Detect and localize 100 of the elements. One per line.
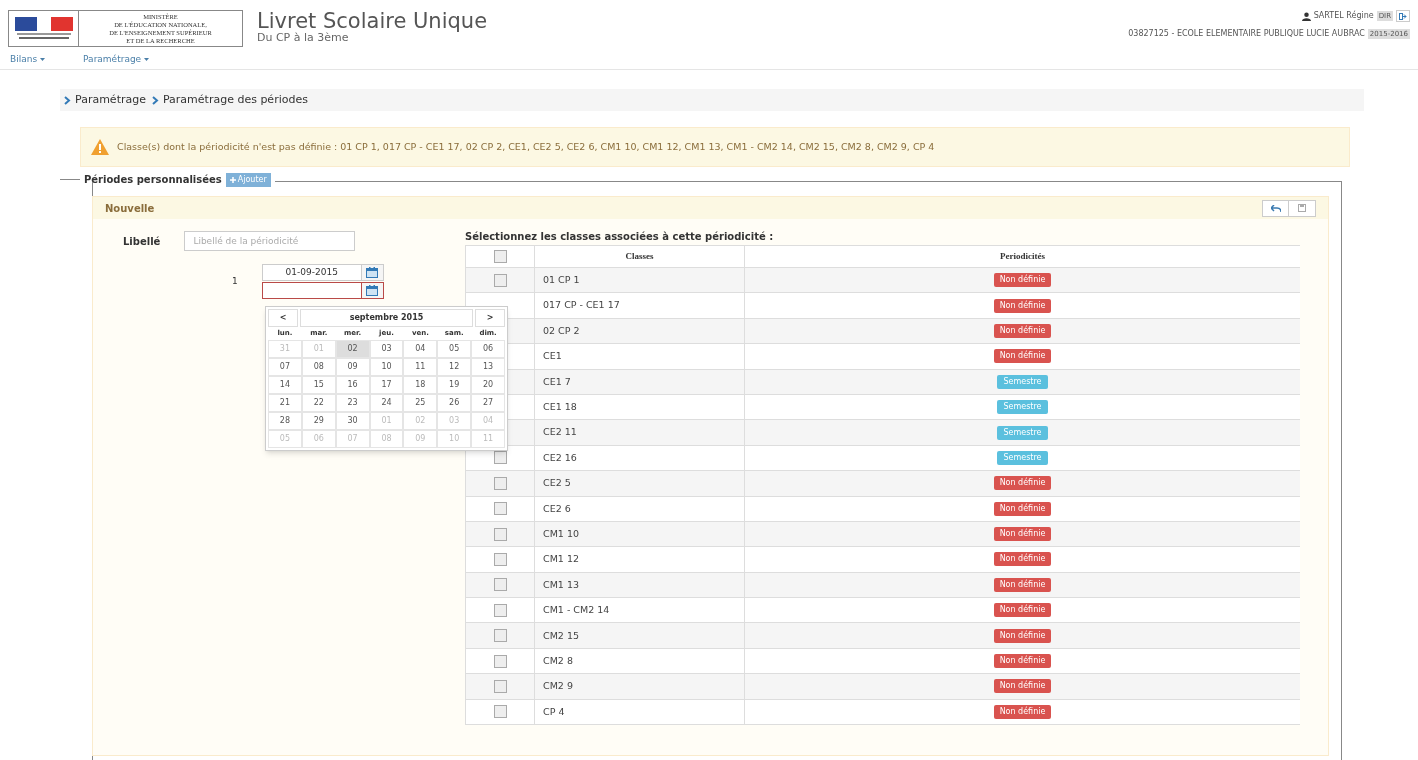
- start-date-field[interactable]: 01-09-2015: [261, 264, 384, 281]
- app-title: Livret Scolaire Unique: [257, 10, 488, 32]
- calendar-day[interactable]: 10: [369, 358, 404, 376]
- calendar-day[interactable]: 06: [471, 340, 505, 358]
- class-name: 02 CP 2: [543, 323, 580, 338]
- save-button[interactable]: [1289, 199, 1316, 217]
- calendar-icon: [366, 285, 379, 296]
- calendar-day[interactable]: 13: [471, 358, 505, 376]
- calendar-day[interactable]: 29: [301, 412, 336, 430]
- nav-menu[interactable]: Bilans: [10, 52, 38, 67]
- periodicity-badge: Non définie: [993, 298, 1052, 313]
- periodicity-badge: Non définie: [993, 628, 1052, 643]
- calendar-day[interactable]: 18: [403, 376, 438, 394]
- section-legend: Périodes personnalisées: [84, 172, 222, 187]
- calendar-day[interactable]: 04: [403, 340, 438, 358]
- class-name: CM1 13: [543, 577, 579, 592]
- undo-button[interactable]: [1262, 199, 1289, 217]
- periodicity-badge: Non définie: [993, 501, 1052, 516]
- class-name: CM2 9: [543, 679, 573, 694]
- class-name: 01 CP 1: [543, 273, 580, 288]
- calendar-day[interactable]: 19: [437, 376, 472, 394]
- caret-icon: [144, 58, 150, 61]
- period-number: 1: [232, 274, 238, 288]
- class-name: CM1 12: [543, 552, 579, 567]
- class-name: CM1 10: [543, 526, 579, 541]
- periodicity-badge: Non définie: [993, 273, 1052, 288]
- checkbox[interactable]: [493, 250, 507, 263]
- checkbox[interactable]: [493, 629, 507, 643]
- previous-month-button[interactable]: <: [268, 309, 298, 327]
- checkbox[interactable]: [493, 654, 507, 668]
- calendar-day[interactable]: 20: [471, 376, 505, 394]
- calendar-day[interactable]: 17: [369, 376, 404, 394]
- class-name: CE2 16: [543, 450, 577, 465]
- checkbox[interactable]: [493, 502, 507, 516]
- periodicity-badge: Non définie: [993, 704, 1052, 719]
- flag-logo-icon: [14, 16, 73, 41]
- calendar-day[interactable]: 12: [437, 358, 472, 376]
- caret-icon: [40, 58, 46, 61]
- periodicity-badge: Non définie: [993, 679, 1052, 694]
- checkbox[interactable]: [493, 603, 507, 617]
- calendar-day[interactable]: 15: [301, 376, 336, 394]
- school-name: 03827125 - ECOLE ELEMENTAIRE PUBLIQUE LUCIE AUBRAC: [1128, 28, 1365, 40]
- calendar-day[interactable]: 26: [437, 394, 472, 412]
- field-label: Libellé: [123, 234, 161, 249]
- calendar-day[interactable]: 03: [369, 340, 404, 358]
- periodicity-badge: Semestre: [997, 374, 1048, 389]
- calendar-day[interactable]: 22: [301, 394, 336, 412]
- class-name: CP 4: [543, 704, 565, 719]
- calendar-day[interactable]: 25: [403, 394, 438, 412]
- checkbox[interactable]: [493, 553, 507, 566]
- app-subtitle: Du CP à la 3ème: [257, 32, 350, 44]
- user-icon: [1301, 11, 1311, 21]
- calendar-day[interactable]: 02: [335, 340, 370, 358]
- periodicity-badge: Semestre: [997, 425, 1048, 440]
- chevron-icon: [64, 95, 71, 105]
- calendar-day[interactable]: 21: [268, 394, 302, 412]
- calendar-day[interactable]: 28: [268, 412, 302, 430]
- breadcrumb-item[interactable]: Paramétrage des périodes: [162, 91, 308, 109]
- class-name: CE2 6: [543, 501, 571, 516]
- label-input[interactable]: Libellé de la périodicité: [184, 231, 356, 251]
- class-name: CM1 - CM2 14: [543, 603, 610, 618]
- periodicity-badge: Non définie: [993, 552, 1052, 567]
- calendar-day[interactable]: 27: [471, 394, 505, 412]
- next-month-button[interactable]: >: [475, 309, 505, 327]
- logout-icon: [1399, 12, 1407, 20]
- checkbox[interactable]: [493, 679, 507, 693]
- calendar-day[interactable]: 24: [369, 394, 404, 412]
- calendar-day[interactable]: 08: [301, 358, 336, 376]
- calendar-day[interactable]: 23: [335, 394, 370, 412]
- logout-button[interactable]: [1396, 10, 1410, 22]
- calendar-day[interactable]: 30: [335, 412, 370, 430]
- warning-icon: [91, 139, 109, 155]
- save-icon: [1298, 204, 1306, 212]
- periodicity-badge: Non définie: [993, 577, 1052, 592]
- periodicity-badge: Semestre: [997, 400, 1048, 415]
- checkbox[interactable]: [493, 705, 507, 719]
- checkbox[interactable]: [493, 527, 507, 541]
- calendar-day[interactable]: 16: [335, 376, 370, 394]
- periodicity-badge: Non définie: [993, 527, 1052, 542]
- plus-icon: [229, 176, 236, 183]
- periodicity-badge: Non définie: [993, 323, 1052, 338]
- checkbox[interactable]: [493, 578, 507, 592]
- class-name: CE2 11: [543, 425, 577, 440]
- month-title[interactable]: septembre 2015: [300, 309, 473, 327]
- calendar-day[interactable]: 14: [268, 376, 302, 394]
- checkbox[interactable]: [493, 451, 507, 465]
- periodicity-badge: Non définie: [993, 476, 1052, 491]
- class-name: CM2 8: [543, 653, 573, 668]
- checkbox[interactable]: [493, 476, 507, 490]
- periodicity-badge: Semestre: [997, 450, 1048, 465]
- end-date-field[interactable]: [261, 282, 384, 299]
- column-header: Periodicités: [999, 249, 1046, 263]
- alert-message: Classe(s) dont la périodicité n'est pas définie : 01 CP 1, 017 CP - CE1 17, 02 CP 2, CE1, CE2 5, CE2 6, CM1 10, CM1 12, CM1 13, CM1 - CM2 14, CM2 15, CM2 8, CM2 9, CP 4: [117, 139, 935, 154]
- checkbox[interactable]: [493, 273, 507, 287]
- calendar-day[interactable]: 11: [403, 358, 438, 376]
- breadcrumb-item[interactable]: Paramétrage: [75, 91, 146, 109]
- calendar-day[interactable]: 07: [268, 358, 302, 376]
- nav-menu[interactable]: Paramétrage: [83, 52, 142, 67]
- calendar-day[interactable]: 09: [335, 358, 370, 376]
- calendar-day[interactable]: 05: [437, 340, 472, 358]
